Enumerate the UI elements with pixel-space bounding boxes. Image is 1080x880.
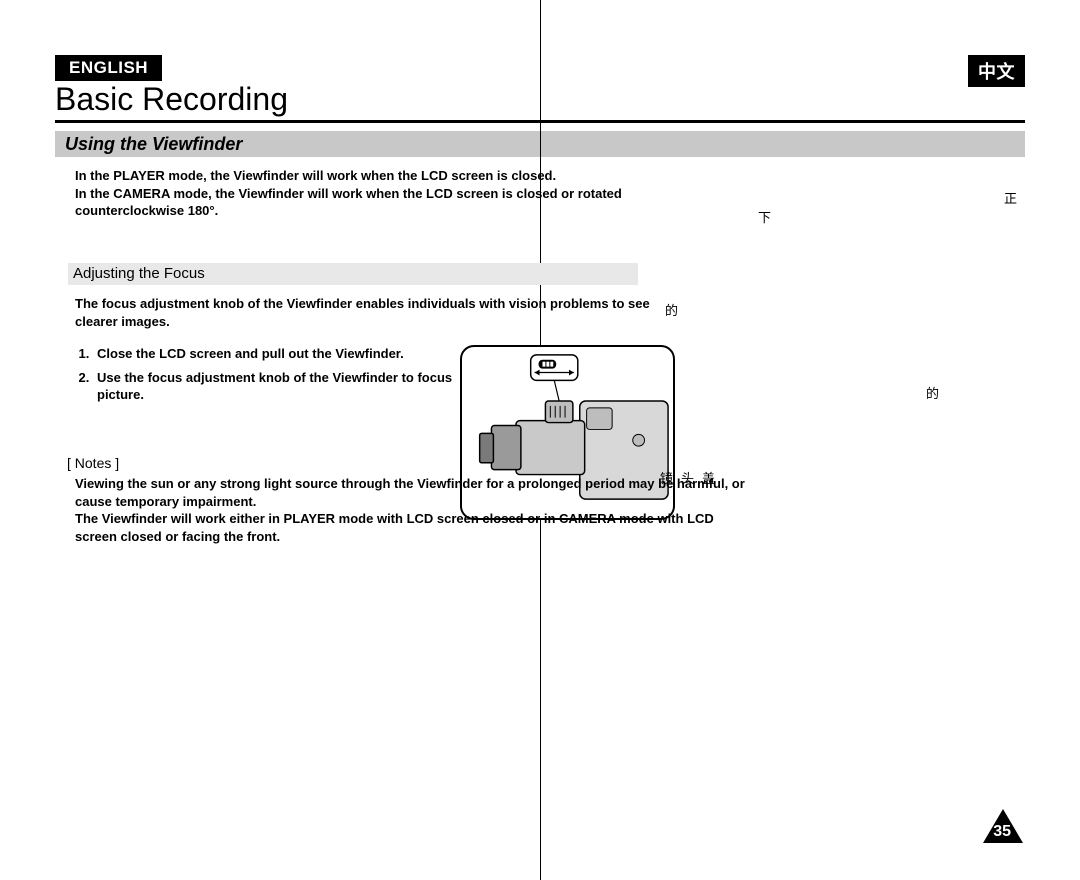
note-item: The Viewfinder will work either in PLAYE… — [75, 510, 755, 545]
step-item: Close the LCD screen and pull out the Vi… — [93, 345, 475, 363]
stray-glyph: 的 — [926, 383, 939, 402]
notes-label: [ Notes ] — [67, 455, 119, 471]
notes-body: Viewing the sun or any strong light sour… — [75, 475, 755, 545]
stray-glyph: 正 — [1004, 188, 1017, 207]
page-title: Basic Recording — [55, 81, 288, 118]
page-number: 35 — [993, 823, 1011, 841]
stray-glyph: 镜头盖 — [660, 468, 723, 487]
step-item: Use the focus adjustment knob of the Vie… — [93, 369, 475, 404]
focus-description: The focus adjustment knob of the Viewfin… — [75, 295, 695, 330]
subsection-heading: Adjusting the Focus — [68, 263, 638, 285]
page-number-badge: 35 — [981, 807, 1025, 845]
stray-glyph: 的 — [665, 300, 678, 319]
title-rule — [55, 120, 1025, 123]
intro-text: In the PLAYER mode, the Viewfinder will … — [75, 167, 635, 220]
note-item: Viewing the sun or any strong light sour… — [75, 475, 755, 510]
language-badge-chinese: 中文 — [968, 55, 1025, 87]
stray-glyph: 下 — [758, 207, 771, 226]
intro-line-2: In the CAMERA mode, the Viewfinder will … — [75, 185, 635, 220]
page-content: ENGLISH 中文 Basic Recording Using the Vie… — [55, 55, 1025, 845]
steps-list: Close the LCD screen and pull out the Vi… — [75, 345, 475, 410]
intro-line-1: In the PLAYER mode, the Viewfinder will … — [75, 167, 635, 185]
section-heading-right — [541, 131, 1025, 157]
language-badge-english: ENGLISH — [55, 55, 162, 81]
section-heading: Using the Viewfinder — [55, 131, 540, 157]
